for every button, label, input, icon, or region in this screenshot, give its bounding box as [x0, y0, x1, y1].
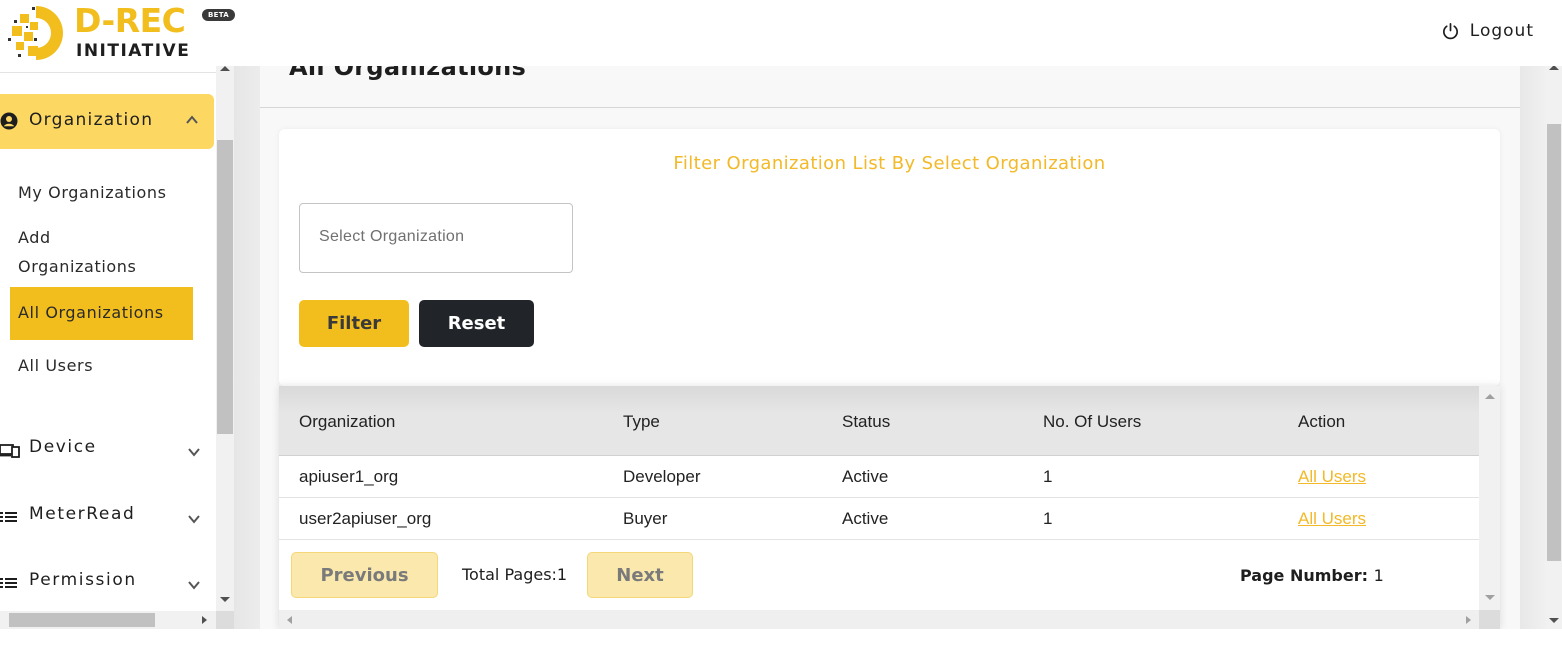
logout-label: Logout [1469, 21, 1534, 41]
scroll-down-arrow-icon[interactable] [1485, 595, 1495, 600]
scrollbar-corner [1479, 610, 1500, 629]
scroll-right-arrow-icon[interactable] [202, 616, 207, 624]
beta-badge: BETA [202, 9, 235, 21]
chevron-up-icon [186, 115, 198, 124]
previous-button[interactable]: Previous [291, 552, 438, 598]
devices-icon [0, 444, 20, 458]
power-icon [1442, 22, 1458, 39]
scroll-left-arrow-icon[interactable] [287, 616, 292, 624]
cell-type: Buyer [623, 509, 668, 528]
sidebar-group-label: Device [29, 437, 97, 457]
column-header-type: Type [623, 412, 660, 431]
content-gutter [234, 66, 260, 629]
organizations-table: Organization Type Status No. Of Users Ac… [279, 386, 1500, 629]
cell-users: 1 [1043, 509, 1053, 528]
sidebar-divider [0, 72, 216, 73]
sidebar-hscroll-thumb[interactable] [9, 613, 155, 627]
table-horizontal-scrollbar[interactable] [279, 610, 1479, 629]
table-vertical-scrollbar[interactable] [1479, 386, 1500, 610]
column-header-organization: Organization [299, 412, 396, 431]
footer [0, 629, 1562, 647]
user-circle-icon [0, 112, 18, 130]
cell-organization: user2apiuser_org [299, 509, 432, 528]
scroll-up-arrow-icon[interactable] [220, 66, 230, 71]
column-header-action: Action [1298, 412, 1346, 431]
page-number-label: Page Number: [1240, 566, 1369, 585]
logo-title: D-REC [74, 1, 186, 40]
table-header: Organization Type Status No. Of Users Ac… [279, 386, 1479, 456]
logout-button[interactable]: Logout [1441, 21, 1534, 41]
sidebar-item-add-organizations[interactable]: Add Organizations [18, 223, 168, 281]
all-users-link[interactable]: All Users [1298, 509, 1366, 528]
sidebar-group-organization[interactable]: Organization [0, 94, 214, 149]
table-row: user2apiuser_org Buyer Active 1 All User… [279, 498, 1479, 540]
sidebar-group-label: Organization [29, 110, 154, 130]
title-divider [260, 107, 1520, 108]
all-users-link[interactable]: All Users [1298, 467, 1366, 486]
next-button[interactable]: Next [587, 552, 693, 598]
content-gutter-right [1520, 66, 1546, 629]
sidebar-group-meterread[interactable]: MeterRead [0, 503, 214, 533]
filter-heading: Filter Organization List By Select Organ… [673, 153, 1106, 174]
column-header-users: No. Of Users [1043, 412, 1142, 431]
sidebar-group-permission[interactable]: Permission [0, 569, 214, 599]
page-number-value: 1 [1373, 566, 1384, 585]
logo-mark-icon [8, 6, 63, 60]
main-content: All Organizations Filter Organization Li… [260, 66, 1520, 629]
cell-status: Active [842, 509, 889, 528]
top-header: D-REC INITIATIVE BETA Logout [0, 0, 1562, 66]
page-number: Page Number: 1 [1240, 566, 1384, 585]
column-header-status: Status [842, 412, 891, 431]
sidebar: Organization My Organizations Add Organi… [0, 66, 234, 629]
select-organization-dropdown[interactable]: Select Organization [299, 203, 573, 273]
scrollbar-corner [216, 611, 234, 629]
cell-organization: apiuser1_org [299, 467, 399, 486]
filter-card: Filter Organization List By Select Organ… [279, 129, 1500, 386]
scroll-down-arrow-icon[interactable] [220, 597, 230, 602]
total-pages: Total Pages:1 [462, 565, 568, 584]
select-placeholder: Select Organization [319, 228, 465, 245]
page-scroll-thumb[interactable] [1547, 124, 1561, 561]
scroll-right-arrow-icon[interactable] [1466, 616, 1471, 624]
chevron-down-icon [188, 515, 200, 524]
sidebar-group-label: Permission [29, 570, 137, 590]
page-title: All Organizations [289, 66, 527, 81]
sidebar-item-all-organizations[interactable]: All Organizations [10, 287, 193, 340]
pagination: Previous Total Pages:1 Next Page Number:… [279, 540, 1479, 610]
sidebar-group-label: MeterRead [29, 504, 136, 524]
list-icon [0, 578, 17, 588]
scroll-up-arrow-icon[interactable] [1485, 394, 1495, 399]
cell-status: Active [842, 467, 889, 486]
chevron-down-icon [188, 581, 200, 590]
cell-users: 1 [1043, 467, 1053, 486]
reset-button[interactable]: Reset [419, 300, 534, 347]
table-row: apiuser1_org Developer Active 1 All User… [279, 456, 1479, 498]
list-icon [0, 512, 17, 522]
sidebar-scroll-thumb[interactable] [217, 140, 233, 434]
scroll-down-arrow-icon[interactable] [1549, 618, 1559, 623]
sidebar-item-all-users[interactable]: All Users [18, 351, 93, 380]
sidebar-item-my-organizations[interactable]: My Organizations [18, 178, 167, 207]
filter-button[interactable]: Filter [299, 300, 409, 347]
logo[interactable]: D-REC INITIATIVE BETA [6, 2, 236, 64]
cell-type: Developer [623, 467, 701, 486]
chevron-down-icon [188, 448, 200, 457]
logo-subtitle: INITIATIVE [76, 41, 191, 61]
sidebar-group-device[interactable]: Device [0, 436, 214, 466]
